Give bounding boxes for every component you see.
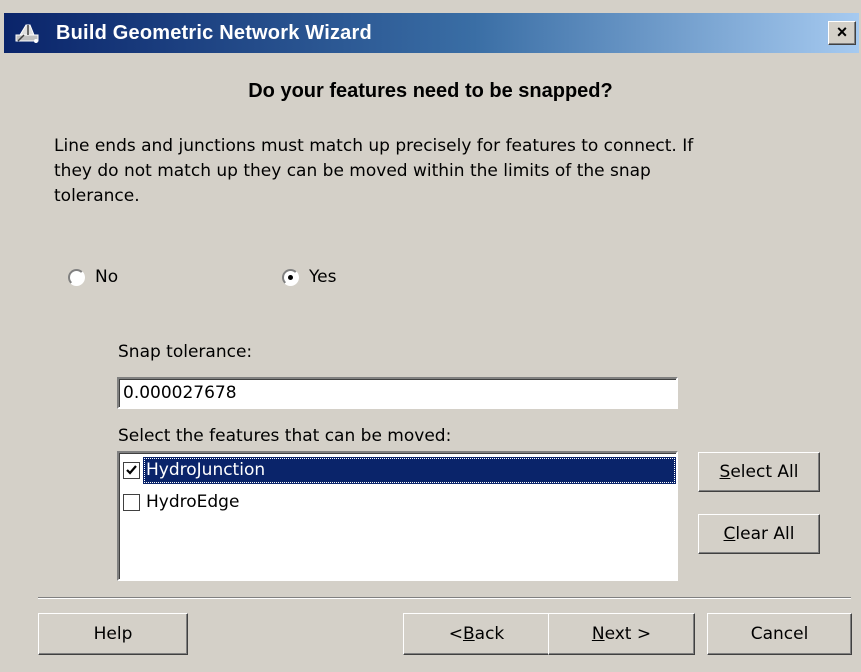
cancel-button[interactable]: Cancel xyxy=(707,613,852,655)
cancel-label: Cancel xyxy=(750,624,809,644)
hydroedge-label: HydroEdge xyxy=(146,492,240,512)
clear-all-post: lear All xyxy=(735,524,795,544)
clear-all-button[interactable]: Clear All xyxy=(698,514,820,554)
back-pre: < xyxy=(448,624,463,644)
next-post: ext > xyxy=(604,624,652,644)
page-heading: Do your features need to be snapped? xyxy=(248,80,613,102)
hydroedge-checkbox[interactable] xyxy=(123,494,140,511)
help-button[interactable]: Help xyxy=(38,613,188,655)
title-bar[interactable]: Build Geometric Network Wizard × xyxy=(4,13,859,53)
snap-no-radio[interactable]: No xyxy=(68,265,118,289)
features-list[interactable]: HydroJunction HydroEdge xyxy=(117,451,678,581)
hydrojunction-checkbox[interactable] xyxy=(123,462,140,479)
features-label: Select the features that can be moved: xyxy=(118,426,452,446)
snap-no-label: No xyxy=(95,267,119,287)
page-description: Line ends and junctions must match up pr… xyxy=(54,136,694,206)
hydrojunction-label: HydroJunction xyxy=(143,457,676,484)
network-wizard-icon xyxy=(15,24,39,43)
snap-yes-label: Yes xyxy=(309,267,337,287)
close-button[interactable]: × xyxy=(828,21,856,45)
window-title: Build Geometric Network Wizard xyxy=(56,22,372,44)
close-icon: × xyxy=(836,22,848,42)
select-all-post: elect All xyxy=(730,462,799,482)
next-button[interactable]: Next > xyxy=(548,613,695,655)
back-mnemonic: B xyxy=(462,624,475,644)
back-button[interactable]: < Back xyxy=(403,613,550,655)
checkmark-icon xyxy=(126,465,137,475)
footer-separator xyxy=(38,597,851,599)
snap-tolerance-input[interactable] xyxy=(117,377,678,409)
snap-tolerance-label: Snap tolerance: xyxy=(118,342,253,362)
radio-no-circle[interactable] xyxy=(68,268,85,286)
list-item-hydroedge[interactable]: HydroEdge xyxy=(123,489,676,516)
help-label: Help xyxy=(93,624,133,644)
radio-yes-circle[interactable] xyxy=(282,268,299,286)
next-mnemonic: N xyxy=(591,624,605,644)
clear-all-mnemonic: C xyxy=(723,524,736,544)
back-post: ack xyxy=(474,624,505,644)
select-all-mnemonic: S xyxy=(719,462,731,482)
select-all-button[interactable]: Select All xyxy=(698,452,820,492)
snap-yes-radio[interactable]: Yes xyxy=(282,265,336,289)
list-item-hydrojunction[interactable]: HydroJunction xyxy=(123,457,676,484)
wizard-dialog: Build Geometric Network Wizard × Do your… xyxy=(0,0,861,672)
